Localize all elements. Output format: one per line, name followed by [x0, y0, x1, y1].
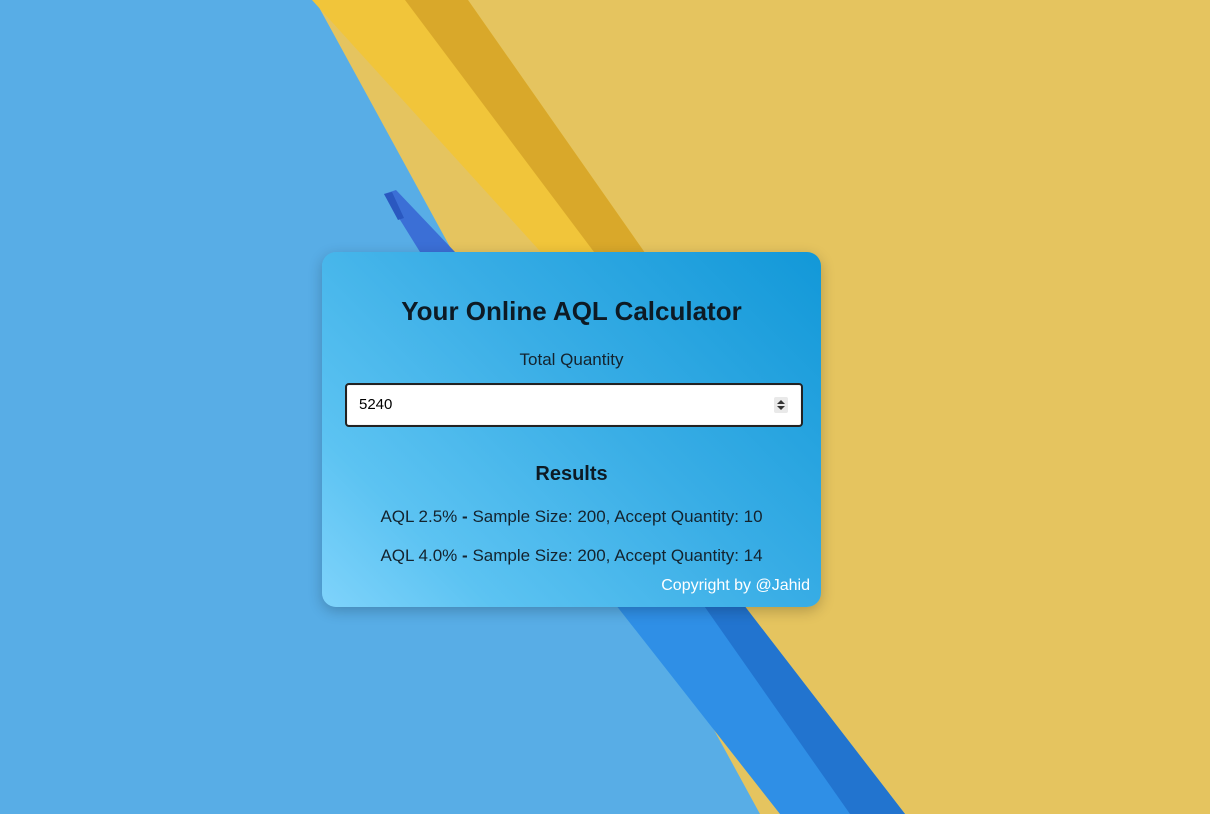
result-detail: Sample Size: 200, Accept Quantity: 10 — [472, 507, 763, 526]
spinner-down-icon[interactable] — [777, 406, 785, 410]
aql-calculator-card: Your Online AQL Calculator Total Quantit… — [322, 252, 821, 607]
copyright-text: Copyright by @Jahid — [661, 577, 810, 594]
total-quantity-field[interactable] — [345, 383, 803, 427]
total-quantity-input[interactable] — [359, 385, 759, 425]
result-detail: Sample Size: 200, Accept Quantity: 14 — [472, 546, 763, 565]
total-quantity-label: Total Quantity — [519, 350, 624, 369]
spinner-up-icon[interactable] — [777, 400, 785, 404]
result-aql-level: AQL 2.5% — [380, 507, 458, 526]
result-aql-level: AQL 4.0% — [380, 546, 458, 565]
result-separator: - — [462, 507, 468, 526]
result-line-aql-2-5: AQL 2.5% - Sample Size: 200, Accept Quan… — [322, 506, 821, 528]
number-spinner-icon[interactable] — [774, 397, 788, 413]
result-line-aql-4-0: AQL 4.0% - Sample Size: 200, Accept Quan… — [322, 545, 821, 567]
page-title: Your Online AQL Calculator — [401, 296, 742, 326]
results-heading: Results — [535, 463, 608, 485]
result-separator: - — [462, 546, 468, 565]
